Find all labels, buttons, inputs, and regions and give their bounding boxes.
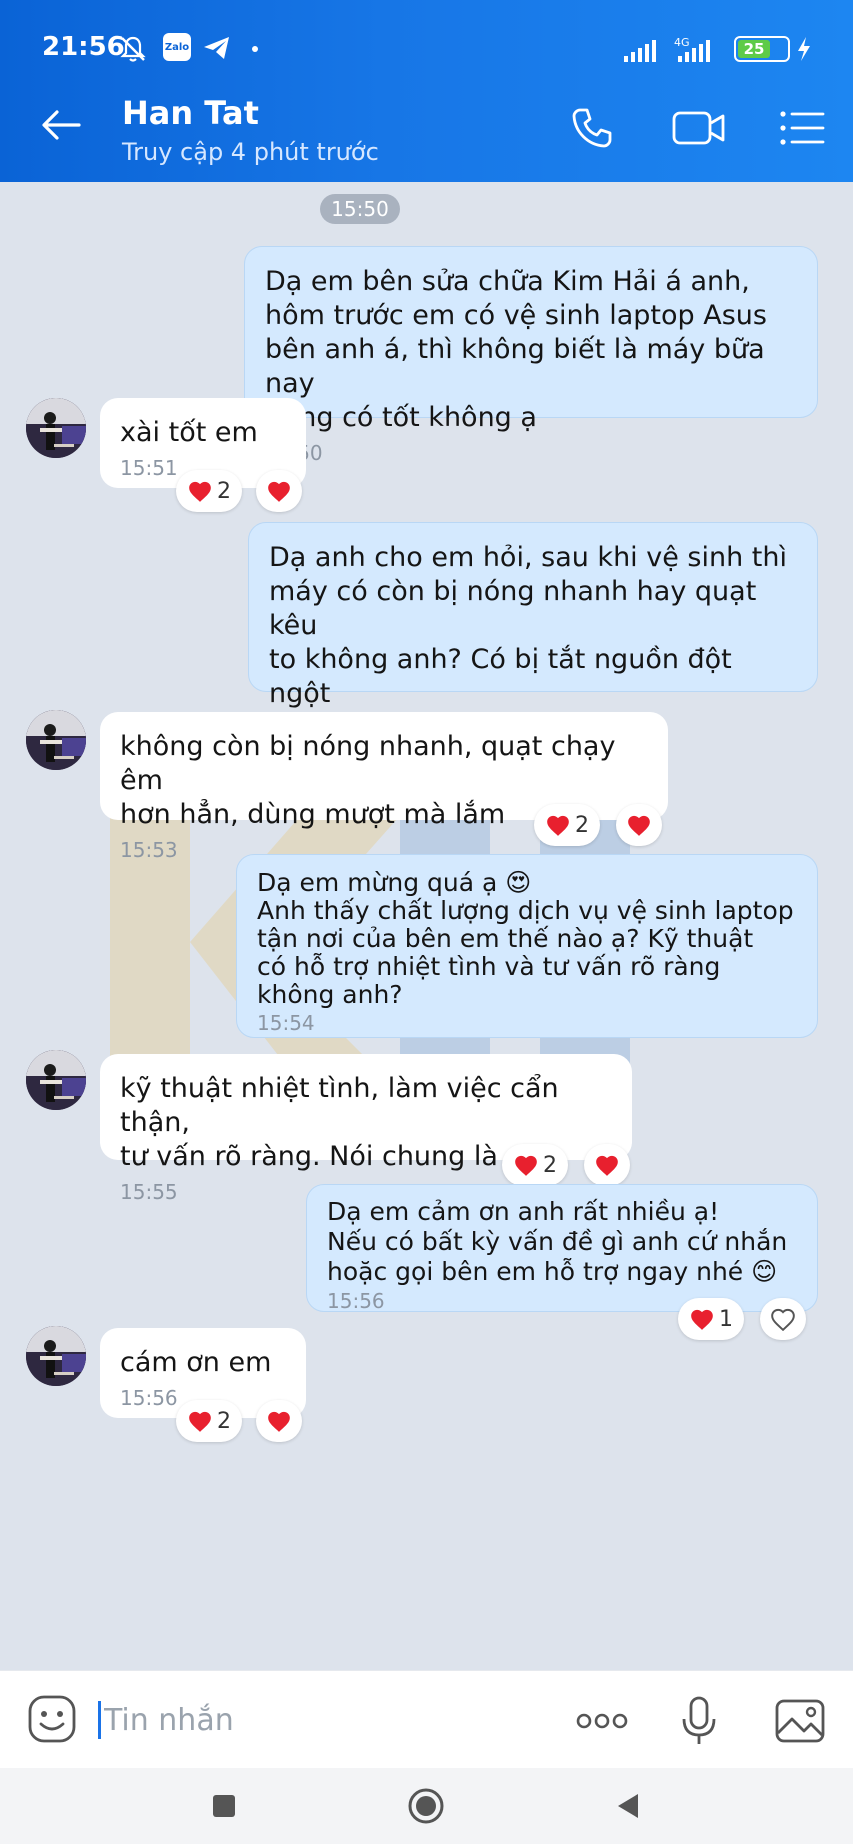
video-call-icon	[671, 108, 727, 152]
heart-outline-icon	[770, 1307, 796, 1331]
dot-icon	[252, 46, 258, 52]
reaction-count: 2	[217, 1408, 231, 1434]
microphone-icon	[682, 1696, 716, 1744]
reaction-count: 2	[575, 812, 589, 838]
phone-icon	[570, 106, 614, 154]
react-heart-button[interactable]	[584, 1144, 630, 1186]
date-separator: 15:50	[320, 194, 400, 224]
avatar[interactable]	[26, 1326, 86, 1386]
message-text: Dạ em bên sửa chữa Kim Hải á anh, hôm tr…	[265, 266, 767, 433]
message-text: xài tốt em	[120, 417, 258, 448]
message-text: cám ơn em	[120, 1347, 272, 1378]
message-time: 15:54	[257, 1011, 315, 1035]
heart-icon	[266, 1409, 292, 1433]
outgoing-message[interactable]: Dạ em mừng quá ạ 😍 Anh thấy chất lượng d…	[236, 854, 818, 1038]
outgoing-message[interactable]: Dạ em bên sửa chữa Kim Hải á anh, hôm tr…	[244, 246, 818, 465]
status-bar: 21:56 Zalo 4G 25	[0, 0, 853, 80]
outgoing-message[interactable]: Dạ em cảm ơn anh rất nhiều ạ! Nếu có bất…	[306, 1184, 818, 1313]
back-arrow-icon	[41, 109, 81, 145]
recent-apps-icon	[213, 1795, 235, 1817]
message-input-bar	[0, 1670, 853, 1768]
signal-icon: 4G	[622, 34, 726, 68]
voice-record-button[interactable]	[674, 1693, 724, 1749]
reaction-count: 2	[217, 478, 231, 504]
back-button[interactable]	[36, 102, 86, 152]
heart-icon	[626, 813, 652, 837]
react-heart-button[interactable]	[760, 1298, 806, 1340]
mute-icon	[118, 34, 148, 68]
reaction-count: 1	[719, 1306, 733, 1332]
more-icon	[576, 1713, 628, 1729]
emoji-icon	[28, 1695, 76, 1743]
heart-icon	[513, 1153, 539, 1177]
telegram-icon	[202, 34, 232, 66]
home-icon	[408, 1788, 444, 1824]
reaction-summary[interactable]: 1	[678, 1298, 744, 1340]
heart-icon	[545, 813, 571, 837]
voice-call-button[interactable]	[564, 102, 620, 158]
more-button[interactable]	[572, 1693, 632, 1749]
charging-icon	[796, 36, 812, 66]
avatar[interactable]	[26, 1050, 86, 1110]
chat-header: Han Tat Truy cập 4 phút trước	[0, 80, 853, 182]
chat-area[interactable]: 15:50 Dạ em bên sửa chữa Kim Hải á anh, …	[0, 182, 853, 1670]
text-cursor	[98, 1701, 101, 1739]
image-button[interactable]	[772, 1693, 828, 1749]
avatar[interactable]	[26, 398, 86, 458]
react-heart-button[interactable]	[256, 1400, 302, 1442]
status-time: 21:56	[42, 32, 125, 62]
menu-button[interactable]	[772, 102, 832, 158]
contact-name[interactable]: Han Tat	[122, 94, 259, 132]
heart-icon	[187, 1409, 213, 1433]
heart-icon	[187, 479, 213, 503]
message-input[interactable]	[104, 1695, 544, 1745]
avatar[interactable]	[26, 710, 86, 770]
menu-list-icon	[778, 108, 826, 152]
recent-apps-button[interactable]	[204, 1786, 244, 1826]
back-icon	[618, 1794, 638, 1818]
zalo-icon: Zalo	[163, 33, 191, 61]
reaction-count: 2	[543, 1152, 557, 1178]
reaction-summary[interactable]: 2	[502, 1144, 568, 1186]
heart-icon	[594, 1153, 620, 1177]
nav-back-button[interactable]	[608, 1786, 648, 1826]
message-text: Dạ em mừng quá ạ 😍 Anh thấy chất lượng d…	[257, 868, 794, 1009]
message-time: 15:50	[265, 441, 797, 465]
system-nav-bar	[0, 1768, 853, 1844]
reaction-summary[interactable]: 2	[176, 1400, 242, 1442]
message-text: Dạ em cảm ơn anh rất nhiều ạ! Nếu có bất…	[327, 1197, 788, 1286]
battery-icon: 25	[734, 36, 790, 62]
outgoing-message[interactable]: Dạ anh cho em hỏi, sau khi vệ sinh thì m…	[248, 522, 818, 775]
contact-last-seen: Truy cập 4 phút trước	[122, 138, 379, 166]
emoji-button[interactable]	[26, 1693, 78, 1745]
svg-text:4G: 4G	[674, 36, 690, 49]
video-call-button[interactable]	[668, 102, 730, 158]
reaction-summary[interactable]: 2	[534, 804, 600, 846]
home-button[interactable]	[406, 1786, 446, 1826]
heart-icon	[266, 479, 292, 503]
react-heart-button[interactable]	[256, 470, 302, 512]
heart-icon	[689, 1307, 715, 1331]
reaction-summary[interactable]: 2	[176, 470, 242, 512]
image-icon	[775, 1699, 825, 1743]
react-heart-button[interactable]	[616, 804, 662, 846]
battery-level: 25	[738, 40, 770, 58]
